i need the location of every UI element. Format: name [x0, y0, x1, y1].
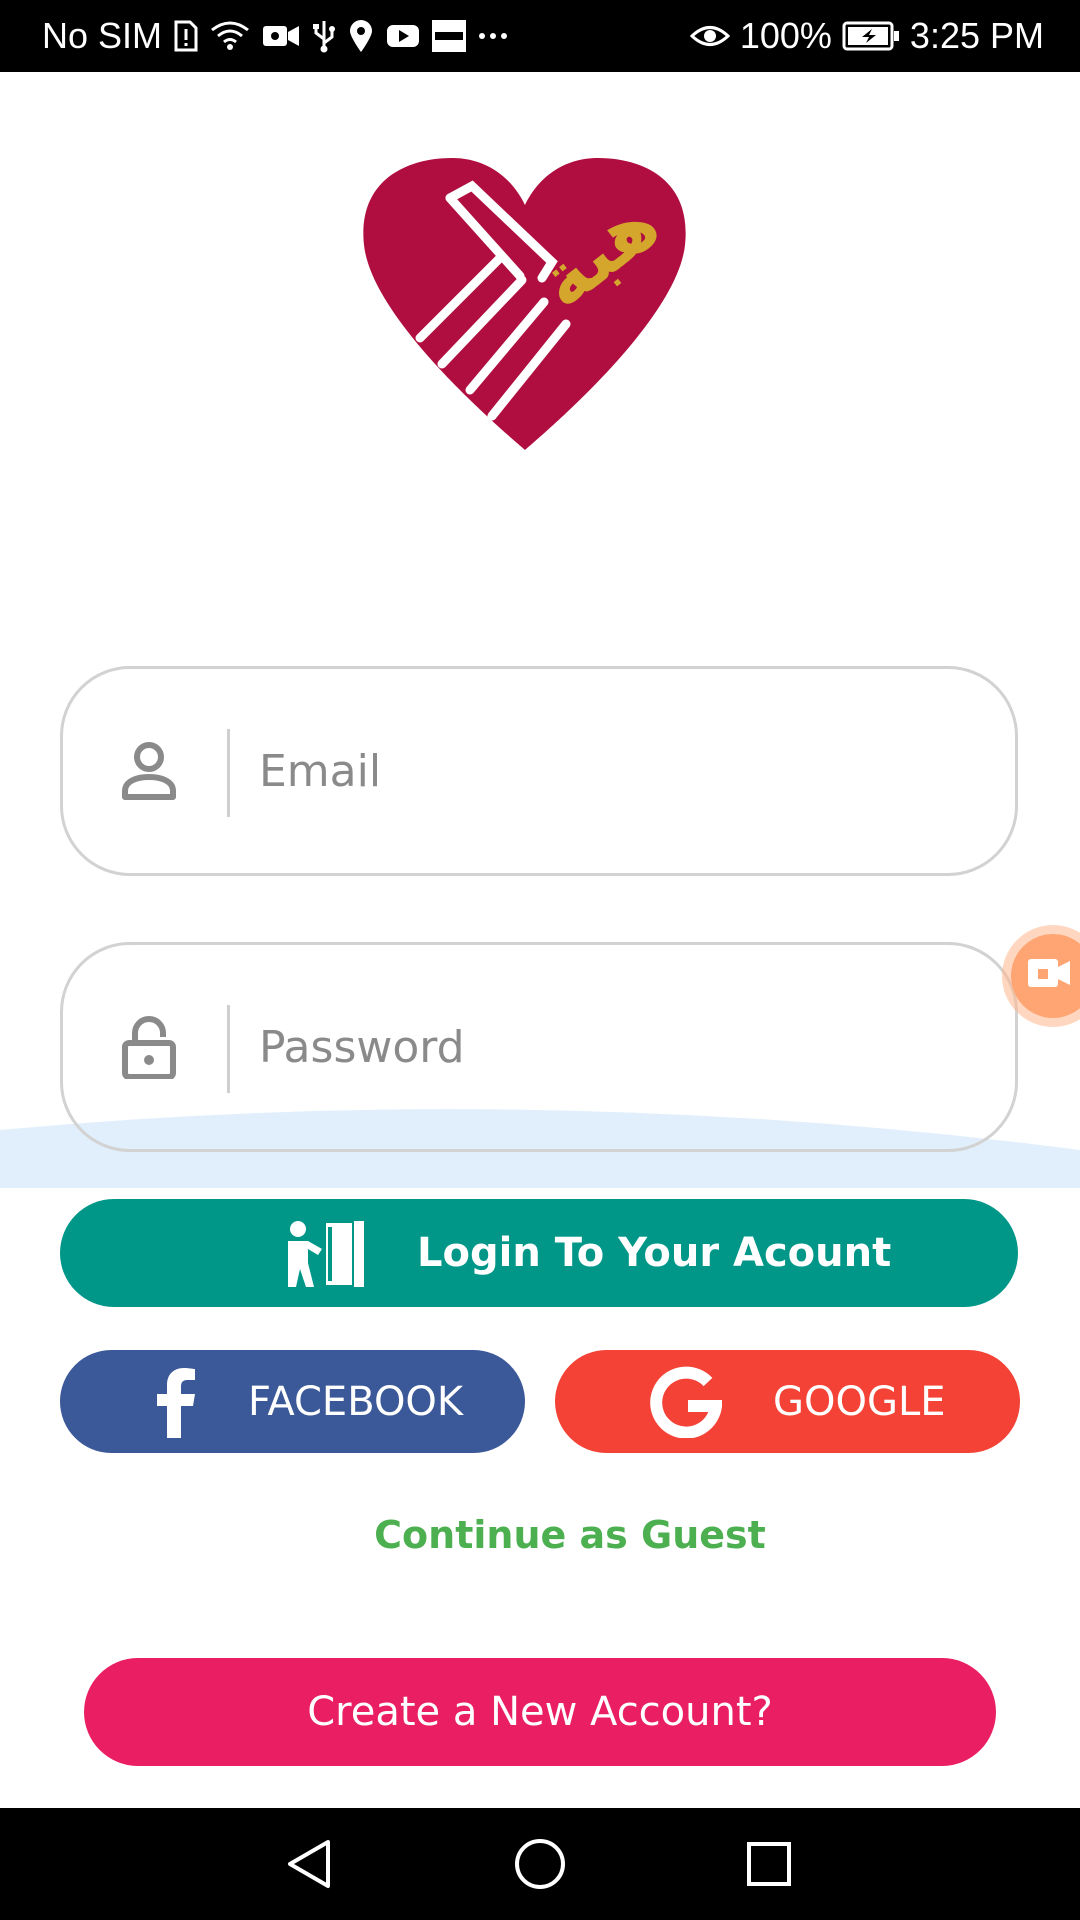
souq-icon: [432, 20, 467, 52]
recents-icon[interactable]: [729, 1824, 809, 1904]
youtube-icon: [386, 23, 420, 49]
email-field[interactable]: [60, 666, 1018, 876]
door-exit-icon: [282, 1219, 368, 1299]
navigation-bar: [0, 1808, 1080, 1920]
google-button-label: GOOGLE: [773, 1378, 946, 1425]
facebook-icon: [153, 1368, 197, 1448]
login-button-label: Login To Your Acount: [417, 1230, 892, 1276]
eye-icon: [689, 23, 730, 49]
location-icon: [348, 19, 374, 53]
back-icon[interactable]: [268, 1824, 348, 1904]
create-account-button[interactable]: Create a New Account?: [84, 1658, 996, 1766]
user-icon: [119, 739, 179, 803]
login-button[interactable]: Login To Your Acount: [60, 1199, 1018, 1307]
continue-as-guest-link[interactable]: Continue as Guest: [340, 1505, 800, 1565]
lock-icon: [119, 1015, 179, 1080]
status-left: No SIM: [42, 0, 508, 72]
login-screen: No SIM 100% 3:25 PM هبة Email Login To Y…: [0, 0, 1080, 1920]
video-icon: [262, 22, 300, 50]
password-field[interactable]: [60, 942, 1018, 1152]
password-input[interactable]: [259, 995, 979, 1099]
facebook-button-label: FACEBOOK: [248, 1378, 464, 1425]
app-logo: هبة: [352, 150, 698, 460]
wifi-icon: [210, 20, 250, 52]
google-login-button[interactable]: GOOGLE: [555, 1350, 1020, 1453]
battery-percent: 100%: [739, 15, 832, 56]
field-divider: [227, 1005, 230, 1093]
carrier-text: No SIM: [42, 15, 163, 56]
facebook-login-button[interactable]: FACEBOOK: [60, 1350, 525, 1453]
home-icon[interactable]: [500, 1824, 580, 1904]
screen-record-icon: [1028, 959, 1070, 987]
email-input[interactable]: [259, 719, 979, 823]
sim-alert-icon: [174, 20, 198, 52]
status-right: 100% 3:25 PM: [689, 0, 1044, 72]
usb-icon: [312, 19, 336, 53]
field-divider: [227, 729, 230, 817]
google-icon: [650, 1366, 723, 1448]
more-dots-icon: [478, 31, 508, 41]
create-account-label: Create a New Account?: [307, 1689, 773, 1735]
clock: 3:25 PM: [909, 15, 1044, 56]
status-bar: No SIM 100% 3:25 PM: [0, 0, 1080, 72]
heart-hands-logo: هبة: [363, 158, 686, 450]
battery-icon: [842, 21, 900, 51]
